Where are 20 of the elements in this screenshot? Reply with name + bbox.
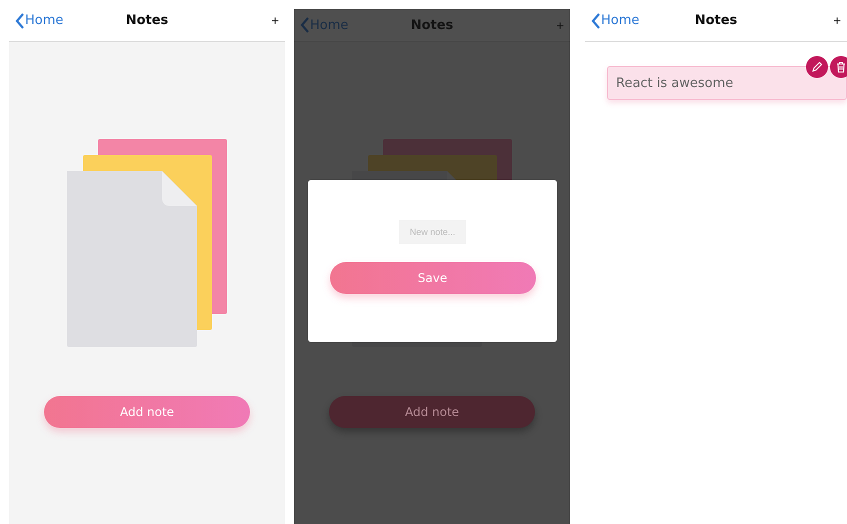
edit-button[interactable] [806, 56, 828, 78]
note-card[interactable]: React is awesome [607, 66, 847, 100]
save-button[interactable]: Save [330, 262, 536, 294]
screen-title: Notes [410, 18, 454, 32]
back-link[interactable]: Home [15, 12, 64, 28]
screen-title: Notes [126, 13, 168, 28]
add-button[interactable]: + [833, 13, 841, 28]
chevron-left-icon [591, 12, 601, 28]
chevron-left-icon [15, 12, 25, 28]
pencil-icon [811, 61, 823, 73]
note-text: React is awesome [616, 76, 734, 90]
add-button[interactable]: + [556, 18, 564, 32]
add-note-button[interactable]: Add note [44, 396, 250, 428]
add-note-button[interactable]: Add note [329, 396, 535, 428]
add-button[interactable]: + [271, 13, 279, 28]
note-input-field[interactable]: New note... [399, 220, 466, 244]
screen-title: Notes [694, 13, 738, 28]
delete-button[interactable] [830, 56, 847, 78]
trash-icon [835, 61, 847, 73]
back-link[interactable]: Home [591, 12, 640, 28]
